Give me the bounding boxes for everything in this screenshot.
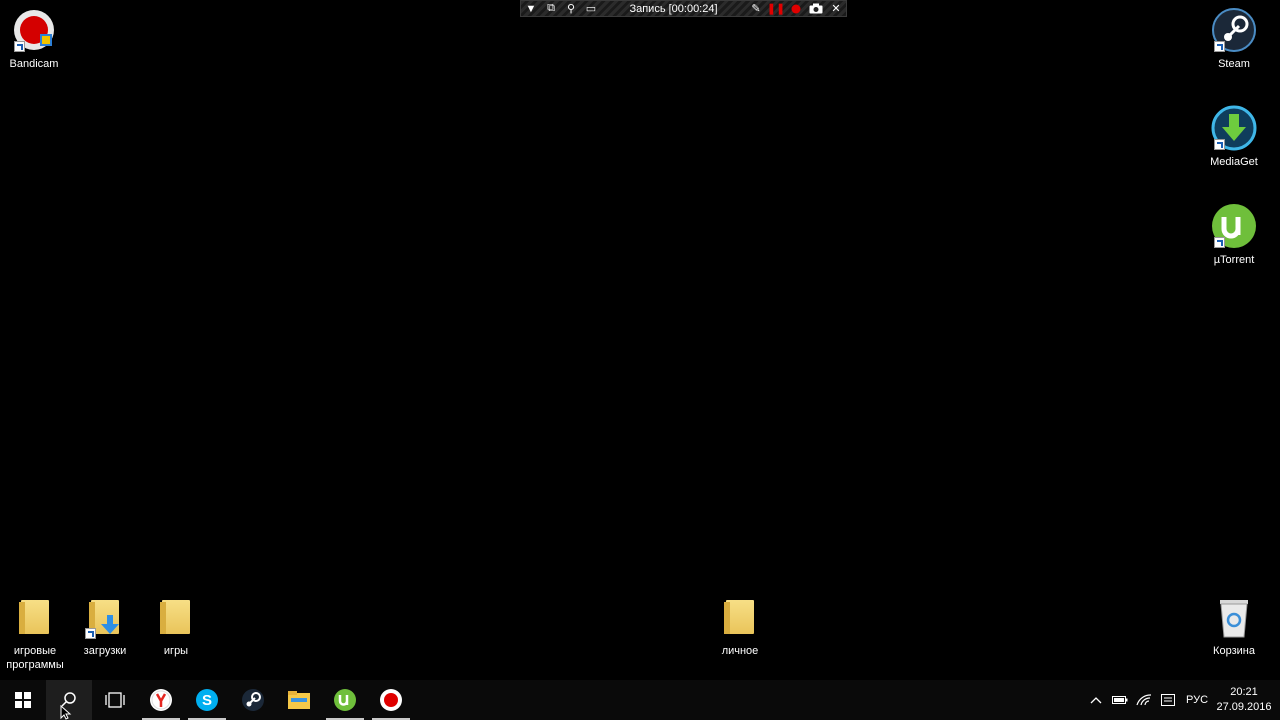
- camera-icon[interactable]: [806, 1, 826, 16]
- task-view-icon: [105, 692, 125, 708]
- desktop-folder-personal[interactable]: личное: [703, 593, 777, 658]
- desktop-icon-label: загрузки: [83, 645, 127, 657]
- desktop-icon-label: Корзина: [1213, 645, 1255, 657]
- utorrent-icon: [334, 689, 356, 711]
- system-tray: РУС 20:21 27.09.2016: [1084, 680, 1280, 720]
- wifi-icon[interactable]: [1132, 680, 1156, 720]
- downloads-folder-icon: [81, 593, 129, 641]
- bandicam-icon: [380, 689, 402, 711]
- desktop-icon-label: Steam: [1218, 58, 1250, 70]
- folder-icon: [716, 593, 764, 641]
- steam-icon: [1210, 6, 1258, 54]
- windows-start-icon: [15, 692, 31, 708]
- clock[interactable]: 20:21 27.09.2016: [1214, 685, 1274, 715]
- language-indicator[interactable]: РУС: [1180, 680, 1214, 720]
- taskbar-app-bandicam[interactable]: [368, 680, 414, 720]
- desktop-icon-recycle-bin[interactable]: Корзина: [1197, 593, 1271, 658]
- action-center-icon[interactable]: [1156, 680, 1180, 720]
- clock-date: 27.09.2016: [1216, 701, 1272, 713]
- desktop-folder-games[interactable]: игры: [139, 593, 213, 658]
- mouse-cursor-icon: [60, 705, 72, 720]
- shortcut-arrow-icon: [1214, 237, 1225, 248]
- stop-record-icon[interactable]: [786, 1, 806, 16]
- desktop-icon-utorrent[interactable]: µTorrent: [1197, 202, 1271, 267]
- pause-icon[interactable]: ❚❚: [766, 1, 786, 16]
- skype-icon: S: [196, 689, 218, 711]
- show-desktop-button[interactable]: [1274, 680, 1280, 720]
- desktop-icon-label: игровые программы: [6, 645, 64, 671]
- svg-text:S: S: [202, 692, 212, 709]
- recycle-bin-icon: [1210, 593, 1258, 641]
- dropdown-arrow-icon[interactable]: ▼: [521, 1, 541, 16]
- shortcut-arrow-icon: [85, 628, 96, 639]
- desktop-icon-label: игры: [163, 645, 189, 657]
- region-select-icon[interactable]: ▭: [581, 1, 601, 16]
- desktop-icon-label: MediaGet: [1210, 156, 1258, 168]
- window-mode-icon[interactable]: ⧉: [541, 1, 561, 16]
- taskbar-app-utorrent[interactable]: [322, 680, 368, 720]
- folder-icon: [11, 593, 59, 641]
- desktop-folder-downloads[interactable]: загрузки: [68, 593, 142, 658]
- clock-time: 20:21: [1230, 686, 1258, 698]
- recording-toolbar: ▼ ⧉ ⚲ ▭ Запись [00:00:24] ✎ ❚❚ ✕: [520, 0, 847, 17]
- folder-icon: [152, 593, 200, 641]
- yandex-browser-icon: [150, 689, 172, 711]
- desktop-icon-bandicam[interactable]: Bandicam: [0, 6, 71, 71]
- show-hidden-icons-button[interactable]: [1084, 680, 1108, 720]
- shortcut-arrow-icon: [14, 41, 25, 52]
- taskbar-app-steam[interactable]: [230, 680, 276, 720]
- battery-icon[interactable]: [1108, 680, 1132, 720]
- utorrent-icon: [1210, 202, 1258, 250]
- start-button[interactable]: [0, 680, 46, 720]
- steam-icon: [242, 689, 264, 711]
- task-view-button[interactable]: [92, 680, 138, 720]
- desktop-icon-label: µTorrent: [1213, 254, 1255, 266]
- desktop: ▼ ⧉ ⚲ ▭ Запись [00:00:24] ✎ ❚❚ ✕ Bandica…: [0, 0, 1280, 720]
- taskbar-app-yandex-browser[interactable]: [138, 680, 184, 720]
- taskbar-app-skype[interactable]: S: [184, 680, 230, 720]
- bandicam-icon: [10, 6, 58, 54]
- close-icon[interactable]: ✕: [826, 1, 846, 16]
- recording-title: Запись [00:00:24]: [629, 2, 718, 15]
- desktop-icon-steam[interactable]: Steam: [1197, 6, 1271, 71]
- mediaget-icon: [1210, 104, 1258, 152]
- taskbar-app-file-explorer[interactable]: [276, 680, 322, 720]
- shortcut-arrow-icon: [1214, 139, 1225, 150]
- file-explorer-icon: [288, 691, 310, 709]
- taskbar: S РУС 20:21 27.09.2016: [0, 680, 1280, 720]
- desktop-icon-label: личное: [721, 645, 759, 657]
- chevron-up-icon: [1090, 697, 1102, 704]
- pencil-icon[interactable]: ✎: [746, 1, 766, 16]
- shortcut-arrow-icon: [1214, 41, 1225, 52]
- desktop-folder-game-programs[interactable]: игровые программы: [0, 593, 72, 672]
- desktop-icon-mediaget[interactable]: MediaGet: [1197, 104, 1271, 169]
- zoom-icon[interactable]: ⚲: [561, 1, 581, 16]
- desktop-icon-label: Bandicam: [9, 58, 59, 70]
